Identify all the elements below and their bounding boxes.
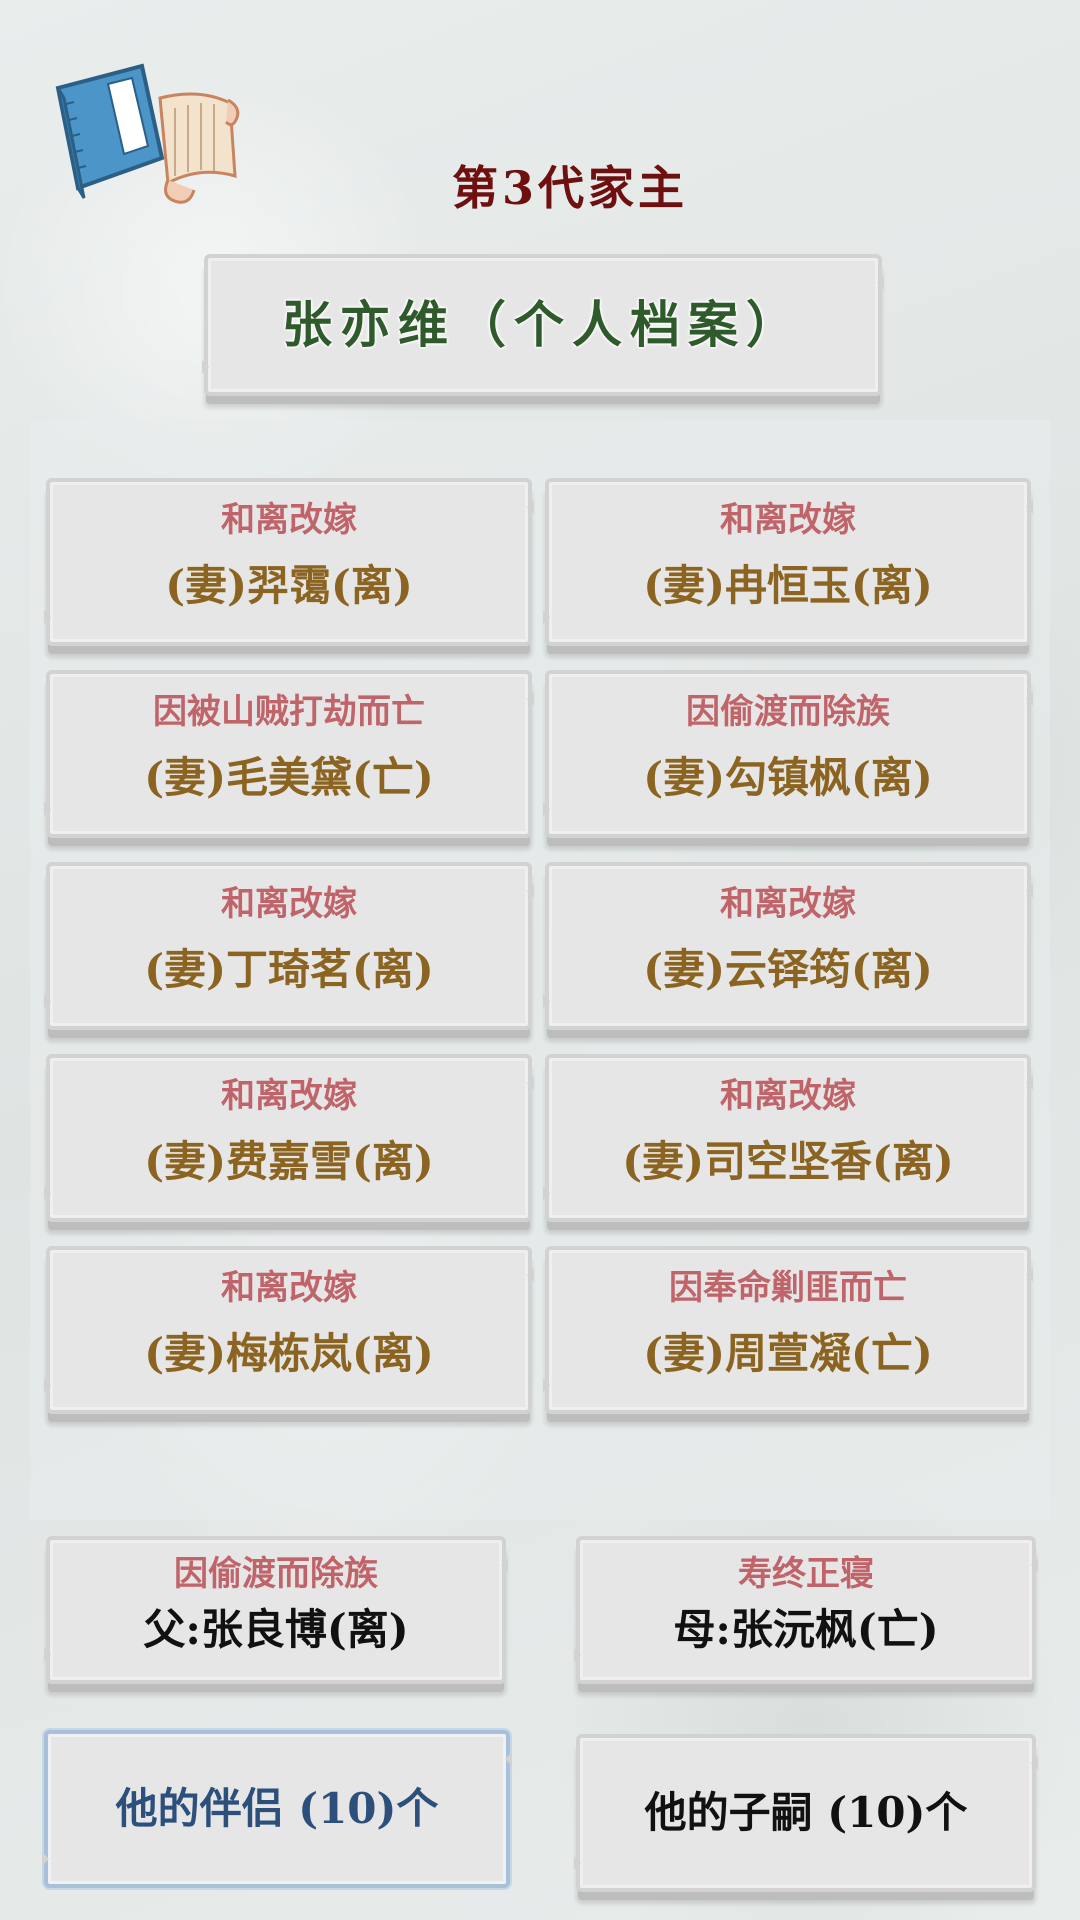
spouse-card[interactable]: 因偷渡而除族 (妻)勾镇枫(离) — [543, 670, 1033, 838]
spouse-card[interactable]: 和离改嫁 (妻)羿霭(离) — [44, 478, 534, 646]
spouse-name: (妻)费嘉雪(离) — [144, 1137, 434, 1186]
spouse-name: (妻)冉恒玉(离) — [643, 561, 933, 610]
profile-button-label: 张亦维（个人档案） — [282, 295, 804, 354]
spouse-status-cause: 因奉命剿匪而亡 — [669, 1268, 907, 1308]
spouse-status-cause: 因被山贼打劫而亡 — [153, 692, 425, 732]
spouse-name: (妻)丁琦茗(离) — [144, 945, 434, 994]
spouse-status-cause: 和离改嫁 — [221, 1268, 357, 1308]
father-card[interactable]: 因偷渡而除族 父:张良博(离) — [44, 1536, 508, 1684]
tab-partners-label: 他的伴侣 (10)个 — [115, 1784, 439, 1833]
tab-partners[interactable]: 他的伴侣 (10)个 — [42, 1730, 512, 1888]
spouse-card[interactable]: 和离改嫁 (妻)云铎筠(离) — [543, 862, 1033, 1030]
spouse-status-cause: 和离改嫁 — [720, 884, 856, 924]
spouse-status-cause: 和离改嫁 — [720, 500, 856, 540]
spouse-name: (妻)周萱凝(亡) — [643, 1329, 933, 1378]
tab-children[interactable]: 他的子嗣 (10)个 — [574, 1734, 1038, 1892]
spouse-card[interactable]: 和离改嫁 (妻)丁琦茗(离) — [44, 862, 534, 1030]
spouse-card[interactable]: 和离改嫁 (妻)费嘉雪(离) — [44, 1054, 534, 1222]
spouse-status-cause: 和离改嫁 — [221, 884, 357, 924]
spouse-card[interactable]: 因被山贼打劫而亡 (妻)毛美黛(亡) — [44, 670, 534, 838]
profile-button[interactable]: 张亦维（个人档案） — [202, 254, 884, 396]
spouse-card[interactable]: 和离改嫁 (妻)司空坚香(离) — [543, 1054, 1033, 1222]
spouse-status-cause: 和离改嫁 — [720, 1076, 856, 1116]
generation-title: 第3代家主 — [451, 161, 688, 215]
spouse-card[interactable]: 和离改嫁 (妻)冉恒玉(离) — [543, 478, 1033, 646]
mother-card[interactable]: 寿终正寝 母:张沅枫(亡) — [574, 1536, 1038, 1684]
spouse-name: (妻)勾镇枫(离) — [643, 753, 933, 802]
spouse-status-cause: 和离改嫁 — [221, 1076, 357, 1116]
mother-status-cause: 寿终正寝 — [738, 1554, 874, 1594]
spouse-name: (妻)毛美黛(亡) — [144, 753, 434, 802]
tab-children-label: 他的子嗣 (10)个 — [644, 1788, 968, 1837]
spouse-name: (妻)司空坚香(离) — [622, 1137, 954, 1186]
spouse-card[interactable]: 和离改嫁 (妻)梅栋岚(离) — [44, 1246, 534, 1414]
father-status-cause: 因偷渡而除族 — [174, 1554, 378, 1594]
father-name: 父:张良博(离) — [143, 1605, 409, 1654]
spouse-name: (妻)羿霭(离) — [165, 561, 413, 610]
spouse-card[interactable]: 因奉命剿匪而亡 (妻)周萱凝(亡) — [543, 1246, 1033, 1414]
mother-name: 母:张沅枫(亡) — [673, 1605, 939, 1654]
spouse-status-cause: 因偷渡而除族 — [686, 692, 890, 732]
spouse-name: (妻)梅栋岚(离) — [144, 1329, 434, 1378]
spouse-status-cause: 和离改嫁 — [221, 500, 357, 540]
spouse-name: (妻)云铎筠(离) — [643, 945, 933, 994]
